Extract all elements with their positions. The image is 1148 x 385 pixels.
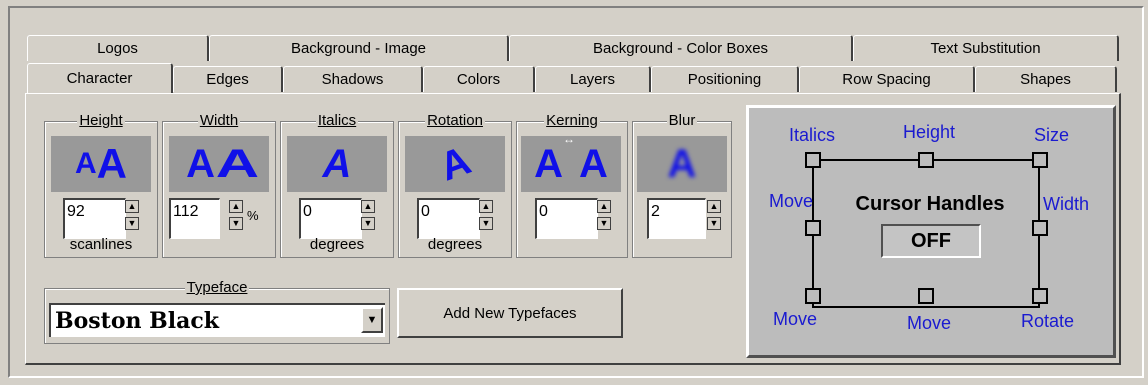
height-label: Height (77, 112, 125, 129)
height-handle[interactable] (918, 152, 934, 168)
width-preview: AA (169, 136, 269, 192)
blur-label: Blur (666, 112, 698, 129)
tab-shapes[interactable]: Shapes (975, 66, 1117, 92)
width-label: Width (197, 112, 241, 129)
tab-text-substitution[interactable]: Text Substitution (853, 35, 1119, 61)
width-handle[interactable] (1032, 220, 1048, 236)
width-input[interactable]: 112 (169, 198, 220, 239)
kerning-input[interactable]: 0 (535, 198, 598, 239)
arrow-down-icon[interactable]: ▼ (479, 217, 493, 230)
rotation-spinner[interactable]: ▲ ▼ (479, 200, 493, 230)
size-handle[interactable] (1032, 152, 1048, 168)
width-handle-label: Width (1043, 194, 1090, 214)
height-unit: scanlines (69, 236, 133, 253)
arrow-down-icon[interactable]: ▼ (707, 217, 721, 230)
height-handle-label: Height (903, 122, 956, 142)
italics-input[interactable]: 0 (299, 198, 362, 239)
typeface-group: Typeface Boston Black ▼ (44, 279, 390, 344)
rotation-preview: A (405, 136, 505, 192)
arrow-up-icon[interactable]: ▲ (361, 200, 375, 213)
move-left-handle[interactable] (805, 220, 821, 236)
rotate-handle-label: Rotate (1021, 311, 1075, 331)
arrow-down-icon[interactable]: ▼ (125, 217, 139, 230)
height-spinner[interactable]: ▲ ▼ (125, 200, 139, 230)
tab-background-color-boxes[interactable]: Background - Color Boxes (509, 35, 853, 61)
height-preview: AA (51, 136, 151, 192)
rotation-group: Rotation A 0 ▲ ▼ degrees (398, 112, 512, 258)
arrow-down-icon[interactable]: ▼ (597, 217, 611, 230)
blur-spinner[interactable]: ▲ ▼ (707, 200, 721, 230)
move-left-label: Move (769, 191, 814, 211)
add-new-typefaces-button[interactable]: Add New Typefaces (397, 288, 623, 338)
height-group: Height AA 92 ▲ ▼ scanlines (44, 112, 158, 258)
italics-handle[interactable] (805, 152, 821, 168)
width-unit: % (247, 208, 259, 223)
tab-background-image[interactable]: Background - Image (209, 35, 509, 61)
tab-row-front: Character Edges Shadows Colors Layers Po… (27, 63, 1117, 93)
move-bottom-left-handle[interactable] (805, 288, 821, 304)
arrow-up-icon[interactable]: ▲ (229, 200, 243, 213)
tab-colors[interactable]: Colors (423, 66, 535, 92)
italics-spinner[interactable]: ▲ ▼ (361, 200, 375, 230)
arrow-up-icon[interactable]: ▲ (597, 200, 611, 213)
tab-positioning[interactable]: Positioning (651, 66, 799, 92)
cursor-handles-title: Cursor Handles (855, 193, 1005, 215)
italics-group: Italics A 0 ▲ ▼ degrees (280, 112, 394, 258)
tab-edges[interactable]: Edges (173, 66, 283, 92)
tab-row-back: Logos Background - Image Background - Co… (27, 35, 1119, 61)
arrow-down-icon[interactable]: ▼ (229, 217, 243, 230)
arrow-down-icon[interactable]: ▼ (361, 217, 375, 230)
cursor-handles-toggle[interactable]: OFF (881, 224, 981, 258)
tab-logos[interactable]: Logos (27, 35, 209, 61)
rotate-handle[interactable] (1032, 288, 1048, 304)
kerning-label: Kerning (544, 112, 600, 129)
tab-character[interactable]: Character (27, 63, 173, 93)
arrow-up-icon[interactable]: ▲ (479, 200, 493, 213)
typeface-select[interactable]: Boston Black ▼ (49, 303, 385, 337)
arrow-up-icon[interactable]: ▲ (125, 200, 139, 213)
kerning-spinner[interactable]: ▲ ▼ (597, 200, 611, 230)
kerning-group: Kerning AA ↔ 0 ▲ ▼ (516, 112, 628, 258)
move-bottom-handle[interactable] (918, 288, 934, 304)
height-input[interactable]: 92 (63, 198, 126, 239)
double-arrow-icon: ↔ (563, 132, 575, 146)
italics-handle-label: Italics (789, 125, 836, 145)
typeface-label: Typeface (184, 279, 250, 296)
blur-input[interactable]: 2 (647, 198, 706, 239)
typeface-value: Boston Black (55, 308, 219, 334)
italics-preview: A (287, 136, 387, 192)
tab-shadows[interactable]: Shadows (283, 66, 423, 92)
tab-layers[interactable]: Layers (535, 66, 651, 92)
italics-label: Italics (315, 112, 359, 129)
blur-group: Blur A 2 ▲ ▼ (632, 112, 732, 258)
blur-preview: A (637, 136, 727, 192)
rotation-input[interactable]: 0 (417, 198, 480, 239)
italics-unit: degrees (309, 236, 365, 253)
arrow-up-icon[interactable]: ▲ (707, 200, 721, 213)
rotation-unit: degrees (427, 236, 483, 253)
size-handle-label: Size (1034, 125, 1070, 145)
rotation-label: Rotation (425, 112, 485, 129)
width-spinner[interactable]: ▲ ▼ (229, 200, 243, 230)
move-bottom-label: Move (907, 313, 952, 333)
cursor-handles-panel[interactable]: Italics Height Size Move Width Move Move… (746, 105, 1116, 358)
chevron-down-icon[interactable]: ▼ (361, 307, 383, 333)
tab-row-spacing[interactable]: Row Spacing (799, 66, 975, 92)
width-group: Width AA 112 ▲ ▼ % (162, 112, 276, 258)
move-bottom-left-label: Move (773, 309, 818, 329)
